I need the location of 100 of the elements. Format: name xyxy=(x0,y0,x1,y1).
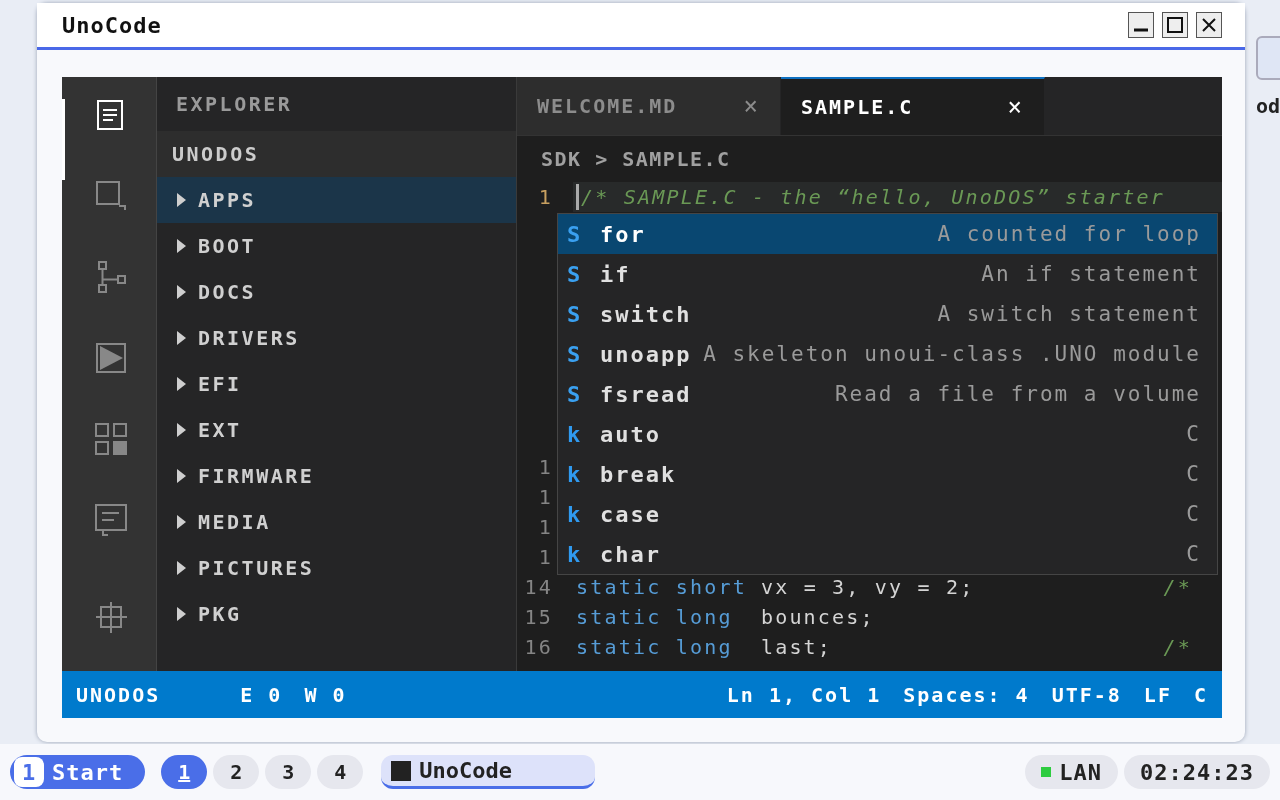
close-tab-button[interactable]: × xyxy=(1007,93,1024,121)
suggestion-detail: A skeleton unoui-class .UNO module xyxy=(703,342,1201,366)
editor-tab[interactable]: WELCOME.MD × xyxy=(517,77,781,135)
keyword-icon: k xyxy=(567,461,600,487)
folder-item[interactable]: DOCS xyxy=(157,269,516,315)
minimize-button[interactable] xyxy=(1128,12,1154,38)
comment-icon[interactable] xyxy=(94,504,127,536)
folder-name: PKG xyxy=(198,602,242,626)
line-number: 1 xyxy=(537,485,554,509)
suggestion-item[interactable]: k auto C xyxy=(558,414,1217,454)
folder-item[interactable]: DRIVERS xyxy=(157,315,516,361)
panel-title: EXPLORER xyxy=(175,91,294,118)
folder-item[interactable]: EXT xyxy=(157,407,516,453)
snippet-icon: S xyxy=(567,261,600,287)
expand-arrow-icon xyxy=(177,469,186,483)
status-item[interactable]: Ln 1, Col 1 xyxy=(726,682,882,707)
line-number: 16 xyxy=(523,635,554,659)
folder-name: PICTURES xyxy=(198,556,315,580)
code-token: last; xyxy=(759,635,833,659)
suggestion-item[interactable]: k break C xyxy=(558,454,1217,494)
editor-tab[interactable]: SAMPLE.C × xyxy=(781,77,1045,135)
line-number: 14 xyxy=(523,575,554,599)
suggestion-item[interactable]: S for A counted for loop xyxy=(558,214,1217,254)
close-icon xyxy=(1201,17,1217,33)
suggestion-detail: A switch statement xyxy=(937,302,1201,326)
maximize-button[interactable] xyxy=(1162,12,1188,38)
tab-label: WELCOME.MD xyxy=(537,94,678,118)
folder-name: DRIVERS xyxy=(198,326,300,350)
status-item[interactable]: W 0 xyxy=(304,682,347,707)
snippet-icon: S xyxy=(567,301,600,327)
snippet-icon: S xyxy=(567,221,600,247)
suggestion-detail: C xyxy=(1186,502,1201,526)
folder-item[interactable]: EFI xyxy=(157,361,516,407)
line-number: 1 xyxy=(537,185,554,209)
workspace-button[interactable]: 3 xyxy=(265,755,312,789)
window-title: UnoCode xyxy=(62,12,163,38)
folder-item[interactable]: BOOT xyxy=(157,223,516,269)
line-number: 15 xyxy=(523,605,554,629)
folder-name: FIRMWARE xyxy=(198,464,315,488)
suggestion-item[interactable]: S unoapp A skeleton unoui-class .UNO module xyxy=(558,334,1217,374)
suggestion-item[interactable]: S if An if statement xyxy=(558,254,1217,294)
network-indicator[interactable]: LAN xyxy=(1025,755,1119,789)
snippet-icon: S xyxy=(567,341,600,367)
expand-arrow-icon xyxy=(177,193,186,207)
clock: 02:24:23 xyxy=(1124,755,1270,789)
crosshair-icon[interactable] xyxy=(94,601,127,633)
folder-name: BOOT xyxy=(198,234,257,258)
folder-header[interactable]: UNODOS xyxy=(157,131,516,177)
suggestion-item[interactable]: S switch A switch statement xyxy=(558,294,1217,334)
expand-arrow-icon xyxy=(177,561,186,575)
code-token: static long xyxy=(576,635,733,659)
suggestion-label: fsread xyxy=(600,381,692,407)
snippet-icon: S xyxy=(567,381,600,407)
suggestion-item[interactable]: S fsread Read a file from a volume xyxy=(558,374,1217,414)
workspace-button[interactable]: 2 xyxy=(213,755,260,789)
folder-item[interactable]: PKG xyxy=(157,591,516,637)
breadcrumb[interactable]: SDK > SAMPLE.C xyxy=(517,136,1222,182)
desktop-icon-label: od xyxy=(1255,94,1280,118)
folder-item[interactable]: FIRMWARE xyxy=(157,453,516,499)
expand-arrow-icon xyxy=(177,377,186,391)
status-item[interactable]: C xyxy=(1193,682,1208,707)
window-icon[interactable] xyxy=(94,180,127,212)
status-item[interactable]: Spaces: 4 xyxy=(903,682,1030,707)
close-tab-button[interactable]: × xyxy=(743,92,760,120)
extensions-icon[interactable] xyxy=(94,423,127,455)
suggestion-label: if xyxy=(600,261,631,287)
status-item[interactable]: LF xyxy=(1143,682,1172,707)
taskbar-app-button[interactable]: UnoCode xyxy=(381,755,596,789)
suggestion-item[interactable]: k char C xyxy=(558,534,1217,574)
folder-item[interactable]: APPS xyxy=(157,177,516,223)
network-label: LAN xyxy=(1059,759,1103,785)
suggestion-item[interactable]: k case C xyxy=(558,494,1217,534)
suggestion-detail: Read a file from a volume xyxy=(834,382,1201,406)
line-number: 1 xyxy=(537,515,554,539)
workspace-button[interactable]: 1 xyxy=(161,755,208,789)
minimize-icon xyxy=(1133,28,1149,32)
line-number: 1 xyxy=(537,545,554,569)
suggestion-label: for xyxy=(600,221,646,247)
workspace-button[interactable]: 4 xyxy=(317,755,364,789)
folder-item[interactable]: MEDIA xyxy=(157,499,516,545)
code-token: vx = 3, vy = 2; xyxy=(760,575,975,599)
suggestion-label: case xyxy=(600,501,661,527)
expand-arrow-icon xyxy=(177,423,186,437)
tab-label: SAMPLE.C xyxy=(801,95,914,119)
status-item[interactable]: UTF-8 xyxy=(1051,682,1122,707)
folder-name: EFI xyxy=(198,372,242,396)
run-icon[interactable] xyxy=(94,342,127,374)
code-token: static long xyxy=(576,605,733,629)
expand-arrow-icon xyxy=(177,239,186,253)
status-item[interactable]: E 0 xyxy=(240,682,283,707)
start-button[interactable]: 1 Start xyxy=(10,755,146,789)
folder-item[interactable]: PICTURES xyxy=(157,545,516,591)
code-comment: /* xyxy=(1163,575,1192,599)
code-comment: /* xyxy=(1163,635,1192,659)
maximize-icon xyxy=(1167,17,1183,33)
suggestion-label: char xyxy=(600,541,661,567)
status-item[interactable]: UNODOS xyxy=(76,682,161,707)
keyword-icon: k xyxy=(567,541,600,567)
folder-name: EXT xyxy=(198,418,242,442)
close-button[interactable] xyxy=(1196,12,1222,38)
